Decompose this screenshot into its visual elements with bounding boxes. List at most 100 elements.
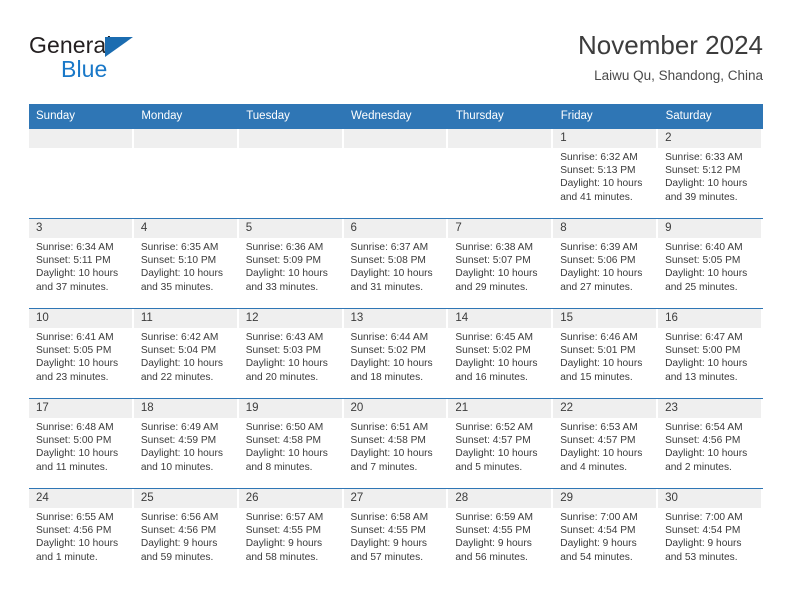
daylight-text: Daylight: 10 hours and 2 minutes.	[665, 448, 748, 473]
sunrise-text: Sunrise: 6:36 AM	[245, 242, 324, 253]
sunrise-text: Sunrise: 6:51 AM	[350, 422, 429, 433]
calendar-day-cell[interactable]: 21 Sunrise: 6:52 AM Sunset: 4:57 PM Dayligh…	[448, 398, 554, 489]
calendar-day-cell[interactable]: 17 Sunrise: 6:48 AM Sunset: 5:00 PM Dayligh…	[29, 398, 134, 489]
calendar-day-cell[interactable]: 10 Sunrise: 6:41 AM Sunset: 5:05 PM Dayligh…	[29, 308, 134, 399]
day-details: Sunrise: 6:49 AM Sunset: 4:59 PM Daylight:…	[134, 418, 239, 474]
day-details: Sunrise: 6:58 AM Sunset: 4:55 PM Daylight:…	[344, 508, 449, 564]
title-block: November 2024 Laiwu Qu, Shandong, China	[578, 28, 763, 86]
sunset-text: Sunset: 4:55 PM	[245, 525, 322, 537]
sunset-text: Sunset: 5:00 PM	[665, 345, 741, 357]
daylight-text: Daylight: 10 hours and 27 minutes.	[560, 268, 643, 293]
calendar-day-cell[interactable]: 13 Sunrise: 6:44 AM Sunset: 5:02 PM Dayligh…	[343, 308, 449, 399]
daylight-text: Daylight: 10 hours and 37 minutes.	[36, 268, 119, 293]
calendar-day-cell[interactable]: 14 Sunrise: 6:45 AM Sunset: 5:02 PM Dayligh…	[448, 308, 554, 399]
day-cell-inner: 5 Sunrise: 6:36 AM Sunset: 5:09 PM Daylight…	[238, 219, 344, 308]
day-cell-inner: 28 Sunrise: 6:59 AM Sunset: 4:55 PM Dayligh…	[448, 489, 554, 578]
day-details: Sunrise: 6:53 AM Sunset: 4:57 PM Daylight:…	[553, 418, 658, 474]
calendar-day-cell[interactable]: 23 Sunrise: 6:54 AM Sunset: 4:56 PM Dayligh…	[658, 398, 763, 489]
day-details: Sunrise: 6:37 AM Sunset: 5:08 PM Daylight:…	[344, 238, 449, 294]
daylight-text: Daylight: 10 hours and 16 minutes.	[455, 358, 538, 383]
calendar-day-cell[interactable]: 7 Sunrise: 6:38 AM Sunset: 5:07 PM Daylight…	[448, 218, 554, 309]
calendar-day-cell[interactable]: 20 Sunrise: 6:51 AM Sunset: 4:58 PM Dayligh…	[343, 398, 449, 489]
calendar-day-cell[interactable]: 18 Sunrise: 6:49 AM Sunset: 4:59 PM Dayligh…	[133, 398, 239, 489]
sunset-text: Sunset: 5:07 PM	[455, 255, 531, 267]
calendar-day-cell[interactable]: 28 Sunrise: 6:59 AM Sunset: 4:55 PM Dayligh…	[448, 488, 554, 578]
day-cell-inner: 3 Sunrise: 6:34 AM Sunset: 5:11 PM Daylight…	[29, 219, 134, 308]
calendar-day-cell[interactable]: 22 Sunrise: 6:53 AM Sunset: 4:57 PM Dayligh…	[553, 398, 659, 489]
calendar-header-row: Sunday Monday Tuesday Wednesday Thursday Frid…	[29, 104, 763, 129]
day-cell-inner: 13 Sunrise: 6:44 AM Sunset: 5:02 PM Dayligh…	[343, 309, 449, 398]
sunset-text: Sunset: 5:00 PM	[36, 435, 112, 447]
day-cell-inner	[133, 129, 239, 218]
sunrise-text: Sunrise: 6:58 AM	[350, 512, 429, 523]
calendar-week-row: 3 Sunrise: 6:34 AM Sunset: 5:11 PM Daylight…	[29, 218, 763, 309]
calendar-day-cell[interactable]: 24 Sunrise: 6:55 AM Sunset: 4:56 PM Dayligh…	[29, 488, 134, 578]
daylight-text: Daylight: 10 hours and 41 minutes.	[560, 178, 643, 203]
calendar-day-cell[interactable]: 25 Sunrise: 6:56 AM Sunset: 4:56 PM Dayligh…	[133, 488, 239, 578]
sunset-text: Sunset: 5:11 PM	[36, 255, 111, 267]
calendar-empty-cell	[448, 129, 554, 219]
day-details	[134, 148, 239, 151]
sunset-text: Sunset: 5:03 PM	[245, 345, 322, 357]
day-details: Sunrise: 6:50 AM Sunset: 4:58 PM Daylight:…	[239, 418, 344, 474]
day-number	[133, 129, 239, 148]
calendar-week-row: 17 Sunrise: 6:48 AM Sunset: 5:00 PM Dayligh…	[29, 398, 763, 489]
calendar-day-cell[interactable]: 12 Sunrise: 6:43 AM Sunset: 5:03 PM Dayligh…	[238, 308, 344, 399]
calendar-day-cell[interactable]: 27 Sunrise: 6:58 AM Sunset: 4:55 PM Dayligh…	[343, 488, 449, 578]
daylight-text: Daylight: 9 hours and 56 minutes.	[455, 538, 532, 563]
calendar-day-cell[interactable]: 30 Sunrise: 7:00 AM Sunset: 4:54 PM Dayligh…	[658, 488, 763, 578]
sunset-text: Sunset: 4:56 PM	[36, 525, 112, 537]
day-cell-inner: 26 Sunrise: 6:57 AM Sunset: 4:55 PM Dayligh…	[238, 489, 344, 578]
calendar-day-cell[interactable]: 1 Sunrise: 6:32 AM Sunset: 5:13 PM Daylight…	[553, 129, 659, 219]
day-number: 20	[343, 399, 449, 418]
calendar-day-cell[interactable]: 19 Sunrise: 6:50 AM Sunset: 4:58 PM Dayligh…	[238, 398, 344, 489]
calendar-day-cell[interactable]: 26 Sunrise: 6:57 AM Sunset: 4:55 PM Dayligh…	[238, 488, 344, 578]
day-cell-inner: 12 Sunrise: 6:43 AM Sunset: 5:03 PM Dayligh…	[238, 309, 344, 398]
day-cell-inner: 11 Sunrise: 6:42 AM Sunset: 5:04 PM Dayligh…	[133, 309, 239, 398]
day-number: 13	[343, 309, 449, 328]
calendar-empty-cell	[133, 129, 239, 219]
calendar-day-cell[interactable]: 16 Sunrise: 6:47 AM Sunset: 5:00 PM Dayligh…	[658, 308, 763, 399]
day-details: Sunrise: 6:46 AM Sunset: 5:01 PM Daylight:…	[553, 328, 658, 384]
calendar-day-cell[interactable]: 29 Sunrise: 7:00 AM Sunset: 4:54 PM Dayligh…	[553, 488, 659, 578]
day-details: Sunrise: 6:32 AM Sunset: 5:13 PM Daylight:…	[553, 148, 658, 204]
calendar-day-cell[interactable]: 4 Sunrise: 6:35 AM Sunset: 5:10 PM Daylight…	[133, 218, 239, 309]
daylight-text: Daylight: 10 hours and 15 minutes.	[560, 358, 643, 383]
calendar-day-cell[interactable]: 5 Sunrise: 6:36 AM Sunset: 5:09 PM Daylight…	[238, 218, 344, 309]
day-number: 29	[553, 489, 659, 508]
day-details: Sunrise: 6:54 AM Sunset: 4:56 PM Daylight:…	[658, 418, 763, 474]
general-blue-logo[interactable]: General Blue	[29, 32, 249, 94]
calendar-day-cell[interactable]: 8 Sunrise: 6:39 AM Sunset: 5:06 PM Daylight…	[553, 218, 659, 309]
sunset-text: Sunset: 4:57 PM	[560, 435, 636, 447]
daylight-text: Daylight: 10 hours and 13 minutes.	[665, 358, 748, 383]
day-details: Sunrise: 6:47 AM Sunset: 5:00 PM Daylight:…	[658, 328, 763, 384]
sunrise-text: Sunrise: 6:35 AM	[140, 242, 219, 253]
calendar-day-cell[interactable]: 11 Sunrise: 6:42 AM Sunset: 5:04 PM Dayligh…	[133, 308, 239, 399]
sunset-text: Sunset: 5:13 PM	[560, 165, 636, 177]
daylight-text: Daylight: 10 hours and 22 minutes.	[140, 358, 223, 383]
sunset-text: Sunset: 5:12 PM	[665, 165, 741, 177]
day-cell-inner: 17 Sunrise: 6:48 AM Sunset: 5:00 PM Dayligh…	[29, 399, 134, 488]
calendar-table: Sunday Monday Tuesday Wednesday Thursday Frid…	[29, 104, 763, 578]
day-details	[448, 148, 553, 151]
calendar-day-cell[interactable]: 2 Sunrise: 6:33 AM Sunset: 5:12 PM Daylight…	[658, 129, 763, 219]
sunrise-text: Sunrise: 6:37 AM	[350, 242, 429, 253]
day-details: Sunrise: 6:42 AM Sunset: 5:04 PM Daylight:…	[134, 328, 239, 384]
day-number: 12	[238, 309, 344, 328]
sunrise-text: Sunrise: 6:54 AM	[665, 422, 743, 433]
daylight-text: Daylight: 10 hours and 7 minutes.	[350, 448, 433, 473]
sunrise-text: Sunrise: 6:48 AM	[36, 422, 114, 433]
day-number: 15	[553, 309, 659, 328]
page-title: November 2024	[578, 30, 763, 60]
day-cell-inner: 1 Sunrise: 6:32 AM Sunset: 5:13 PM Daylight…	[553, 129, 659, 218]
calendar-day-cell[interactable]: 3 Sunrise: 6:34 AM Sunset: 5:11 PM Daylight…	[29, 218, 134, 309]
weekday-header-saturday: Saturday	[658, 104, 763, 129]
sunrise-text: Sunrise: 7:00 AM	[560, 512, 638, 523]
calendar-day-cell[interactable]: 9 Sunrise: 6:40 AM Sunset: 5:05 PM Daylight…	[658, 218, 763, 309]
calendar-day-cell[interactable]: 15 Sunrise: 6:46 AM Sunset: 5:01 PM Dayligh…	[553, 308, 659, 399]
daylight-text: Daylight: 10 hours and 10 minutes.	[140, 448, 223, 473]
calendar-day-cell[interactable]: 6 Sunrise: 6:37 AM Sunset: 5:08 PM Daylight…	[343, 218, 449, 309]
day-number: 24	[29, 489, 134, 508]
daylight-text: Daylight: 10 hours and 33 minutes.	[245, 268, 328, 293]
sunrise-text: Sunrise: 6:40 AM	[665, 242, 743, 253]
